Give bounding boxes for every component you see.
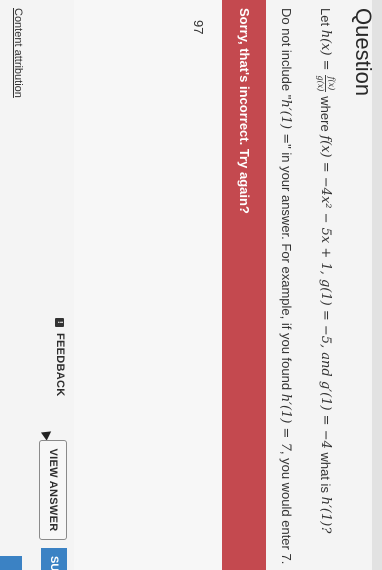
f-definition: f(x) = −4x² − 5x + 1, g(1) = −5, and g′(… <box>318 135 333 449</box>
instruction-part1: Do not include " <box>279 8 294 100</box>
instruction-math1: h′(1) = <box>278 99 293 145</box>
fraction: f(x) g(x) <box>315 74 336 93</box>
question-page: Question Let h(x) = f(x) g(x) where f(x)… <box>0 0 382 570</box>
h-prime-question: h′(1)? <box>318 496 333 534</box>
error-message: Sorry, that's incorrect. Try again? <box>237 8 252 214</box>
mouse-cursor-icon <box>40 427 55 441</box>
feedback-label: FEEDBACK <box>54 333 66 397</box>
let-text: Let <box>318 8 333 27</box>
corner-accent <box>0 556 22 570</box>
error-banner: Sorry, that's incorrect. Try again? <box>222 0 266 570</box>
instruction-part3: , you would enter 7. <box>279 450 294 565</box>
question-heading: Question <box>351 8 376 97</box>
answer-input[interactable] <box>184 8 214 508</box>
content-attribution-link[interactable]: Content attribution <box>12 8 24 98</box>
instruction-text: Do not include "h′(1) =" in your answer.… <box>278 8 294 564</box>
submit-button[interactable]: SU <box>41 548 67 570</box>
feedback-button[interactable]: ! FEEDBACK <box>50 318 70 397</box>
what-is-text: what is <box>318 452 333 493</box>
question-text: Let h(x) = f(x) g(x) where f(x) = −4x² −… <box>315 8 336 533</box>
feedback-icon: ! <box>55 318 65 327</box>
h-lhs: h(x) = <box>318 29 333 71</box>
instruction-part2: " in your answer. For example, if you fo… <box>279 144 294 394</box>
fraction-numerator: f(x) <box>325 74 336 93</box>
instruction-math2: h′(1) = 7 <box>278 393 293 451</box>
where-text: where <box>318 96 333 132</box>
fraction-denominator: g(x) <box>316 75 325 92</box>
answer-area: ! FEEDBACK VIEW ANSWER SU <box>39 0 222 570</box>
view-answer-button[interactable]: VIEW ANSWER <box>39 440 67 540</box>
